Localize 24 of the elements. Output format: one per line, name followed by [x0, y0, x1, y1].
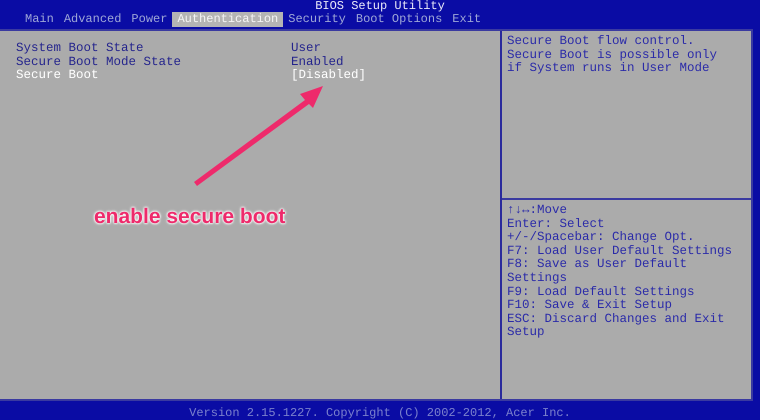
setting-label[interactable]: Secure Boot Mode State: [16, 56, 291, 69]
menu-tab[interactable]: Power: [126, 12, 172, 27]
annotation-text: enable secure boot: [94, 205, 286, 229]
menu-tab[interactable]: Boot Options: [350, 12, 448, 27]
menu-tab[interactable]: Advanced: [58, 12, 126, 27]
window-title: BIOS Setup Utility: [314, 0, 446, 12]
key-hint: F7: Load User Default Settings: [507, 244, 734, 258]
key-hint: ↑↓↔:Move: [507, 204, 568, 218]
key-hint: +/-/Spacebar: Change Opt.: [507, 231, 696, 245]
menu-tab[interactable]: Main: [20, 12, 59, 27]
key-hint: ESC: Discard Changes and Exit Setup: [507, 312, 726, 340]
menu-tab[interactable]: Exit: [447, 12, 486, 27]
key-hint: F9: Load Default Settings: [507, 286, 696, 299]
key-hint: F10: Save & Exit Setup: [507, 299, 674, 313]
help-text: Secure Boot flow control.: [507, 35, 696, 49]
setting-value[interactable]: Enabled: [291, 56, 344, 69]
key-hint: F8: Save as User Default Settings: [507, 258, 688, 286]
setting-label[interactable]: System Boot State: [16, 42, 291, 56]
copyright-text: Version 2.15.1227. Copyright (C) 2002-2012, Acer Inc.: [188, 405, 572, 419]
help-text: if System runs in User Mode: [507, 62, 711, 76]
menu-tab[interactable]: Security: [283, 12, 351, 27]
setting-value[interactable]: User: [291, 42, 322, 56]
help-text: Secure Boot is possible only: [507, 48, 718, 62]
key-hint: Enter: Select: [507, 218, 606, 231]
